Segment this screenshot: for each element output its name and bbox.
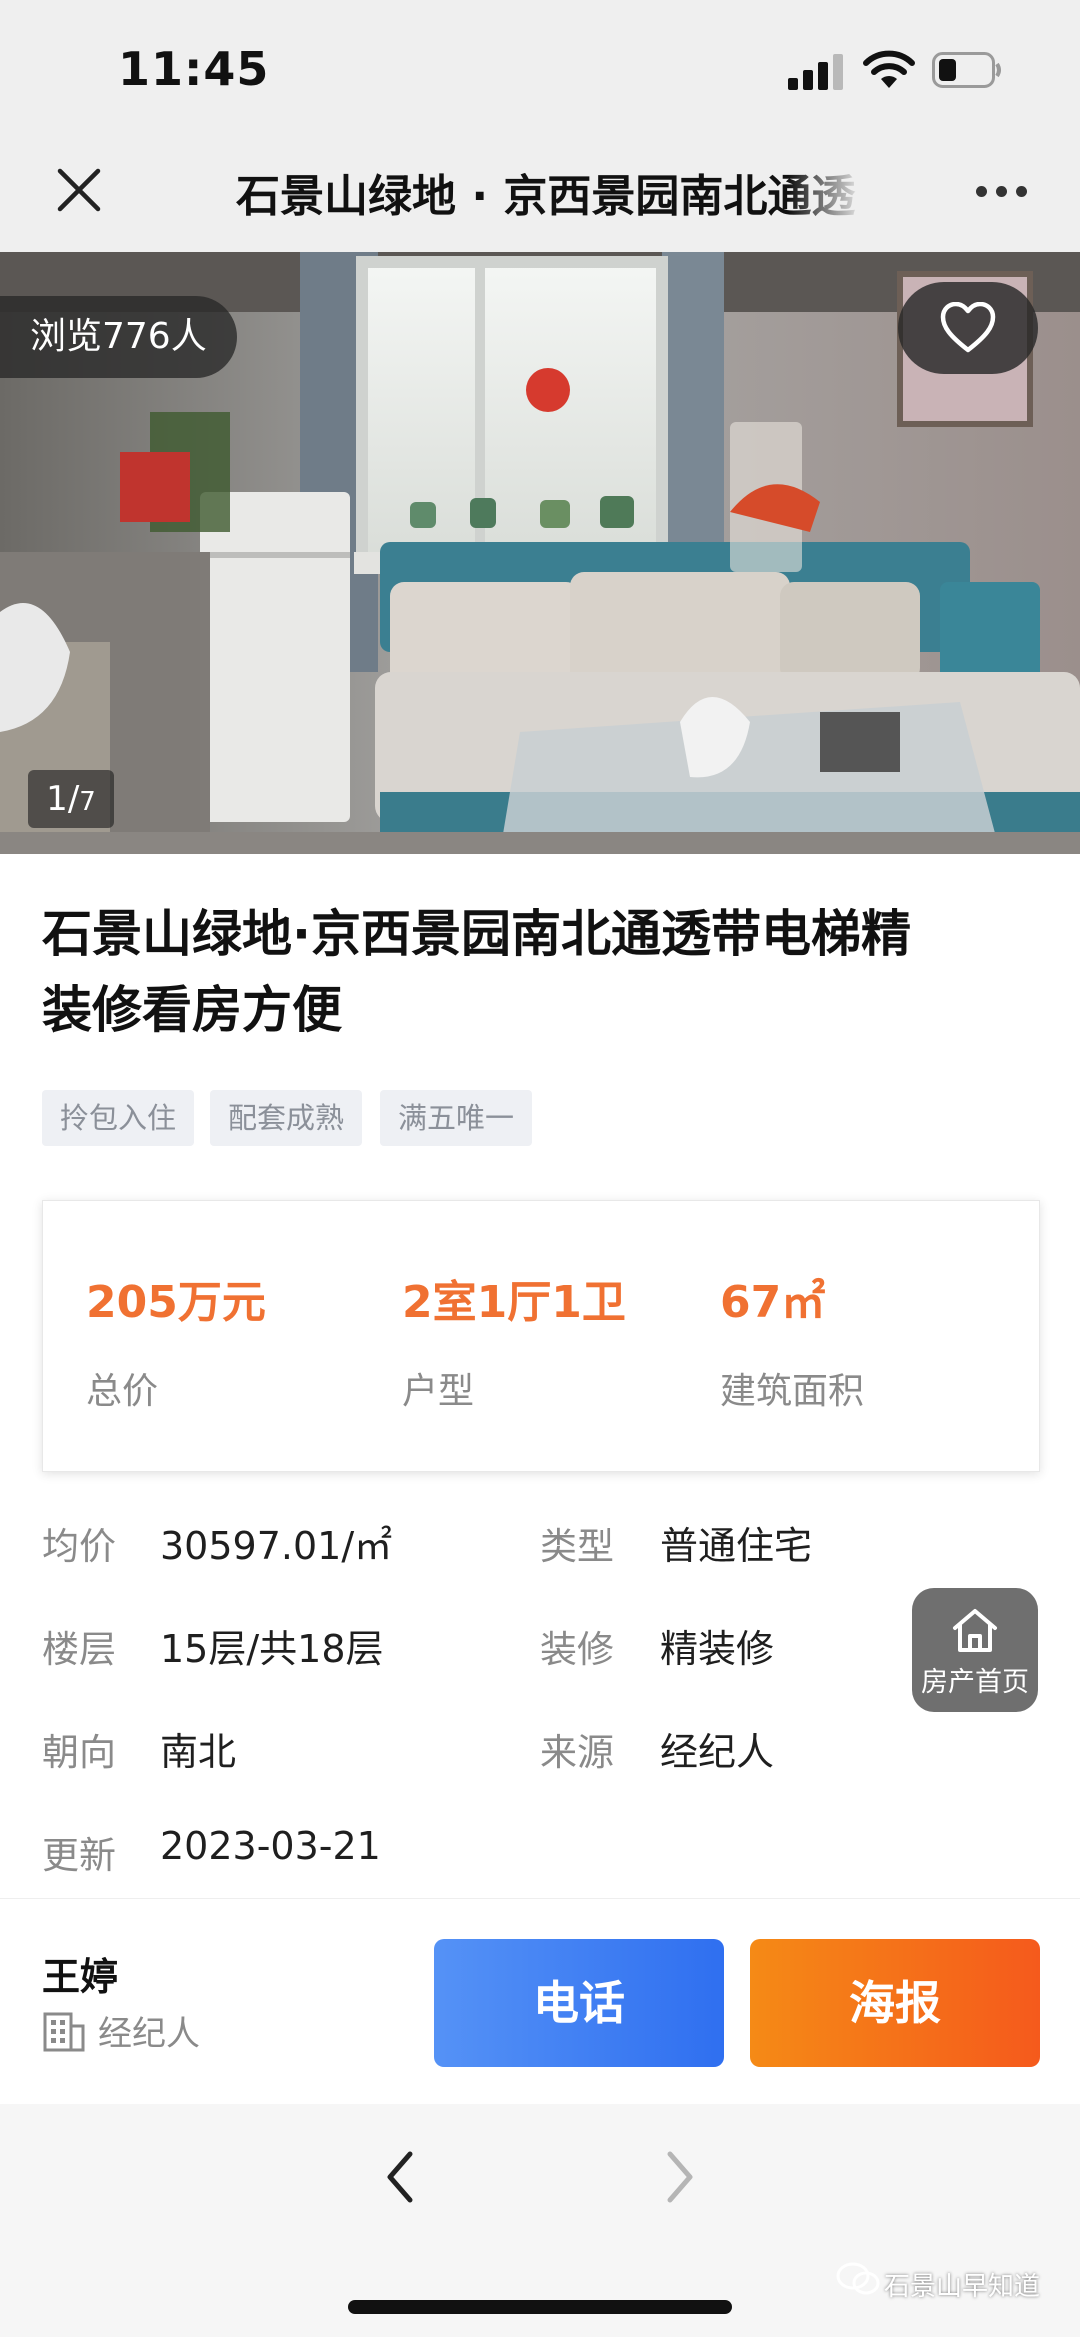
back-arrow-icon[interactable] — [382, 2148, 418, 2206]
type-label: 类型 — [540, 1525, 614, 1568]
total-price-label: 总价 — [86, 1371, 159, 1412]
tag: 配套成熟 — [210, 1090, 363, 1146]
view-count-badge: 浏览776人 — [0, 296, 237, 378]
layout-value: 2室1厅1卫 — [402, 1277, 626, 1328]
area-value: 67㎡ — [720, 1277, 826, 1328]
status-time: 11:45 — [118, 42, 270, 96]
heart-icon — [940, 302, 996, 353]
home-icon — [953, 1609, 997, 1652]
listing-title-line1: 石景山绿地·京西景园南北通透带电梯精 — [42, 905, 911, 963]
orientation-label: 朝向 — [42, 1731, 116, 1774]
photo-counter-current: 1 — [46, 779, 68, 819]
building-icon — [43, 2012, 85, 2052]
area-label: 建筑面积 — [720, 1371, 865, 1412]
source-label: 来源 — [540, 1731, 614, 1774]
floor-value: 15层/共18层 — [160, 1627, 384, 1671]
watermark-text: 石景山早知道 — [884, 2272, 1041, 2302]
wechat-icon — [836, 2262, 880, 2295]
photo-counter-total: 7 — [79, 787, 96, 817]
photo-counter: 1/7 — [28, 770, 114, 828]
decoration-label: 装修 — [540, 1628, 614, 1671]
key-facts-card — [42, 1200, 1040, 1472]
unit-price-label: 均价 — [42, 1525, 116, 1568]
battery-icon — [932, 52, 1001, 88]
decoration-value: 精装修 — [660, 1627, 775, 1671]
home-button-label: 房产首页 — [921, 1667, 1029, 1698]
source-value: 经纪人 — [660, 1730, 775, 1774]
wifi-icon — [863, 50, 915, 88]
type-value: 普通住宅 — [660, 1524, 813, 1568]
more-options-icon[interactable] — [972, 170, 1032, 210]
real-estate-home-button[interactable]: 房产首页 — [912, 1588, 1038, 1712]
favorite-button[interactable] — [898, 282, 1038, 374]
listing-title: 石景山绿地·京西景园南北通透带电梯精 装修看房方便 — [42, 896, 1042, 1048]
layout-label: 户型 — [402, 1371, 475, 1412]
agent-role: 经纪人 — [98, 2014, 200, 2054]
updated-label: 更新 — [42, 1834, 116, 1877]
tag: 满五唯一 — [380, 1090, 533, 1146]
page-title: 石景山绿地 · 京西景园南北通透 — [236, 171, 856, 220]
updated-value: 2023-03-21 — [160, 1824, 381, 1868]
tag: 拎包入住 — [42, 1090, 195, 1146]
home-indicator[interactable] — [348, 2300, 732, 2314]
call-button[interactable]: 电话 — [434, 1939, 724, 2067]
poster-button[interactable]: 海报 — [750, 1939, 1040, 2067]
agent-name: 王婷 — [42, 1955, 119, 1999]
close-icon[interactable] — [52, 163, 106, 217]
cellular-signal-icon — [788, 52, 844, 90]
unit-price-value: 30597.01/㎡ — [160, 1524, 393, 1568]
total-price-value: 205万元 — [86, 1277, 266, 1328]
floor-label: 楼层 — [42, 1628, 116, 1671]
orientation-value: 南北 — [160, 1730, 237, 1774]
listing-title-line2: 装修看房方便 — [42, 981, 342, 1039]
forward-arrow-icon[interactable] — [662, 2148, 698, 2206]
